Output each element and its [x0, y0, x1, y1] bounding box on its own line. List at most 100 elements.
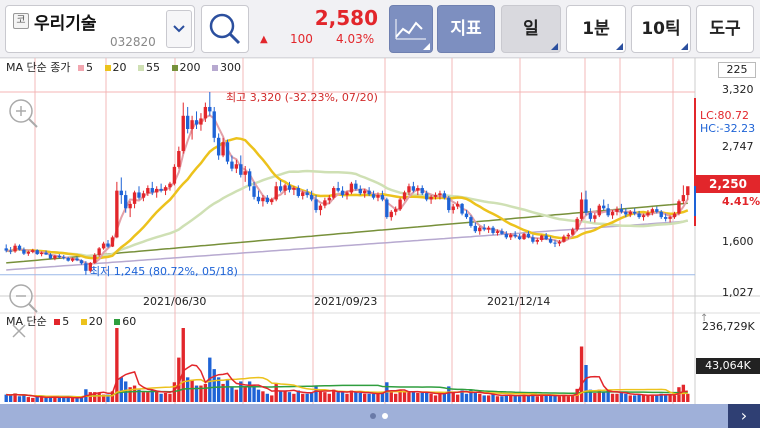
chart-type-button[interactable]	[389, 5, 433, 53]
volume-bar	[283, 391, 287, 402]
candle-body	[553, 242, 557, 244]
candle-body	[177, 151, 181, 167]
tools-button[interactable]: 도구	[696, 5, 754, 53]
candle-body	[278, 186, 283, 191]
candle-body	[203, 106, 208, 119]
candle-body	[270, 199, 274, 203]
candle-body	[504, 233, 509, 238]
candle-body	[194, 120, 199, 125]
volume-bar	[354, 392, 358, 402]
candle-body	[150, 188, 154, 193]
volume-bar	[451, 392, 455, 402]
volume-bar	[632, 395, 637, 402]
volume-bar	[88, 392, 92, 402]
volume-bar	[8, 395, 13, 402]
zoom-in-button[interactable]	[4, 96, 42, 130]
volume-bar	[433, 395, 438, 402]
volume-bar	[252, 385, 256, 402]
indicator-button[interactable]: 지표	[437, 5, 495, 53]
chart-scroll-bar[interactable]: ›	[0, 404, 760, 428]
candle-body	[274, 186, 278, 200]
volume-bar	[163, 392, 168, 402]
price-change-percent: 4.03%	[336, 32, 375, 46]
period-day-button[interactable]: 일	[501, 5, 561, 53]
candle-body	[101, 243, 106, 249]
candle-body	[190, 120, 194, 129]
candle-body	[17, 245, 22, 250]
candle-body	[309, 195, 314, 200]
period-tick-button[interactable]: 10틱	[631, 5, 691, 53]
close-indicator-button[interactable]	[8, 320, 30, 342]
candle-body	[225, 142, 230, 162]
candle-body	[610, 211, 615, 216]
volume-bar	[455, 394, 460, 402]
ma-legend[interactable]: MA 단순 종가 5 20 55 200 300	[6, 59, 249, 75]
candle-body	[535, 239, 539, 242]
page-dot-1[interactable]	[370, 413, 376, 419]
volume-bar	[26, 397, 31, 402]
chevron-down-icon[interactable]	[166, 10, 192, 48]
volume-bar	[309, 392, 314, 402]
corner-marker	[551, 43, 558, 50]
candle-body	[22, 249, 26, 254]
candle-body	[655, 209, 659, 212]
candle-body	[491, 227, 495, 233]
corner-marker	[681, 43, 688, 50]
volume-bar	[544, 395, 548, 402]
volume-bar	[230, 387, 234, 402]
candle-body	[4, 248, 8, 251]
candle-body	[345, 192, 349, 196]
search-button[interactable]	[201, 5, 249, 53]
volume-bar	[243, 387, 247, 402]
candle-body	[146, 188, 150, 194]
candle-body	[473, 225, 478, 232]
volume-bar	[438, 393, 442, 402]
period-minute-label: 1분	[582, 19, 610, 39]
candle-body	[389, 211, 393, 218]
candle-body	[35, 250, 39, 255]
volume-bar	[225, 378, 230, 402]
zoom-out-icon	[9, 284, 38, 313]
volume-bar	[376, 393, 380, 402]
volume-bar	[141, 392, 146, 402]
volume-bar	[345, 393, 349, 402]
candle-body	[141, 193, 146, 198]
candle-body	[517, 236, 522, 240]
volume-bar	[610, 393, 615, 402]
stock-chart[interactable]	[0, 58, 760, 404]
current-percent: 4.41%	[722, 195, 760, 208]
candle-body	[526, 233, 531, 238]
volume-bar	[526, 395, 531, 402]
lc-label: LC:80.72	[700, 109, 750, 122]
candle-body	[522, 233, 526, 240]
candle-body	[663, 217, 668, 219]
candle-body	[26, 251, 31, 254]
volume-bar	[261, 391, 265, 402]
page-dot-2[interactable]	[382, 413, 388, 419]
volume-bar	[566, 396, 570, 402]
candlestick-series	[4, 92, 696, 275]
volume-bar	[336, 392, 340, 402]
candle-body	[575, 218, 579, 230]
candle-body	[478, 227, 482, 232]
next-page-button[interactable]: ›	[728, 404, 760, 428]
corner-marker	[423, 43, 430, 50]
candle-body	[110, 237, 115, 247]
axis-top-value[interactable]: 225	[718, 62, 756, 78]
period-minute-button[interactable]: 1분	[566, 5, 626, 53]
price-tick-1600: 1,600	[722, 235, 754, 248]
stock-selector[interactable]: 코 우리기술 032820	[5, 5, 195, 53]
candle-body	[632, 211, 637, 214]
candle-body	[230, 161, 234, 169]
candle-body	[8, 250, 13, 252]
candle-body	[566, 234, 570, 237]
chart-toolbar: 코 우리기술 032820 2,580 ▲ 100 4.03% 지표 일 1분 …	[0, 0, 760, 58]
zoom-out-button[interactable]	[4, 283, 42, 313]
candle-body	[469, 217, 473, 226]
volume-max: 236,729K	[702, 320, 755, 333]
candle-body	[376, 195, 380, 198]
candle-body	[544, 235, 548, 240]
candle-body	[380, 195, 385, 200]
volume-bar	[420, 392, 424, 402]
volume-bar	[624, 393, 628, 402]
